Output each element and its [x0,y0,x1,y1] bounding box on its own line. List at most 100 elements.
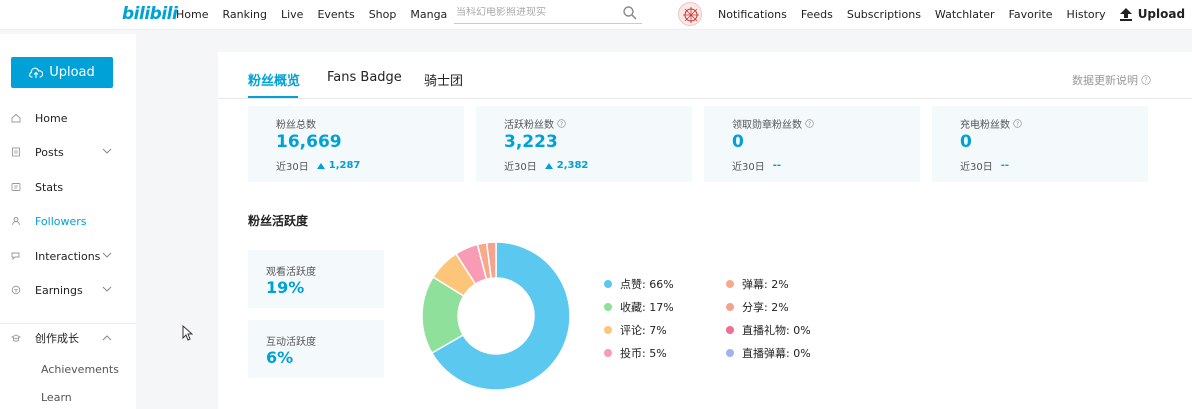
top-upload-button[interactable]: Upload [1119,7,1185,21]
nav-notifications[interactable]: Notifications [718,8,787,21]
arrow-up-icon [544,162,553,169]
sidebar-divider [0,323,136,324]
nav-watchlater[interactable]: Watchlater [935,8,995,21]
search-input[interactable] [456,7,616,18]
activity-watch-box: 观看活跃度 19% [248,250,384,308]
sidebar-item-followers[interactable]: Followers [0,208,136,234]
sidebar-item-posts[interactable]: Posts [0,139,136,165]
nav-events[interactable]: Events [317,8,354,21]
stat-label: 充电粉丝数 ? [960,116,1022,131]
sidebar: Upload Home Posts Stats Followers Intera… [0,34,136,409]
chevron-down-icon [102,286,112,292]
avatar[interactable] [678,2,702,26]
help-icon[interactable]: ? [557,119,566,128]
top-nav-left: Home Ranking Live Events Shop Manga [176,0,447,28]
legend-item[interactable]: 直播礼物: 0% [726,322,811,338]
nav-live[interactable]: Live [281,8,303,21]
stat-value: 0 [732,132,744,152]
sidebar-item-home[interactable]: Home [0,105,136,131]
home-icon [11,113,21,123]
sidebar-item-earnings[interactable]: Earnings [0,277,136,303]
stat-period: 近30日 [732,162,765,173]
sidebar-item-growth[interactable]: 创作成长 [0,325,136,351]
activity-label: 互动活跃度 [266,337,316,348]
nav-home[interactable]: Home [176,8,208,21]
legend-dot-icon [604,349,612,357]
nav-shop[interactable]: Shop [369,8,397,21]
nav-feeds[interactable]: Feeds [801,8,833,21]
stat-trend: 近30日 -- [732,158,781,173]
nav-subscriptions[interactable]: Subscriptions [847,8,921,21]
stat-label-text: 领取勋章粉丝数 [732,120,802,131]
legend-item[interactable]: 分享: 2% [726,299,789,315]
followers-icon [12,217,20,226]
legend-item[interactable]: 投币: 5% [604,345,667,361]
sidebar-item-label: Interactions [35,249,101,263]
legend-dot-icon [604,303,612,311]
activity-label: 观看活跃度 [266,267,316,278]
sidebar-item-label: 创作成长 [35,332,79,345]
stat-period: 近30日 [960,162,993,173]
sidebar-item-interactions[interactable]: Interactions [0,243,136,269]
sidebar-item-label: Earnings [35,283,83,297]
tab-fans-overview[interactable]: 粉丝概览 [248,70,300,89]
tab-bar: 粉丝概览 Fans Badge 骑士团 数据更新说明 ? [218,52,1192,99]
stat-trend: 近30日 2,382 [504,158,588,173]
arrow-up-icon [316,162,325,169]
legend-label: 投币: 5% [620,347,667,360]
sidebar-item-label: Home [35,111,68,125]
stat-delta: 1,287 [328,160,361,171]
growth-icon [11,334,21,342]
sidebar-item-label: Stats [35,180,64,194]
search-icon[interactable] [622,5,638,21]
help-icon[interactable]: ? [805,119,814,128]
help-icon[interactable]: ? [1013,119,1022,128]
sidebar-subitem-learn[interactable]: Learn [41,391,72,404]
legend-label: 弹幕: 2% [742,278,789,291]
interactions-icon [11,252,20,261]
avatar-icon [683,7,699,23]
stat-value: 3,223 [504,132,558,152]
svg-text:?: ? [808,121,811,128]
legend-dot-icon [726,326,734,334]
sidebar-item-stats[interactable]: Stats [0,174,136,200]
legend-dot-icon [604,280,612,288]
stat-label: 领取勋章粉丝数 ? [732,116,814,131]
upload-button[interactable]: Upload [11,57,113,88]
legend-item[interactable]: 直播弹幕: 0% [726,345,811,361]
stat-delta: 2,382 [556,160,589,171]
legend-item[interactable]: 弹幕: 2% [726,276,789,292]
data-update-note[interactable]: 数据更新说明 ? [1072,72,1151,88]
legend-item[interactable]: 收藏: 17% [604,299,674,315]
legend-label: 收藏: 17% [620,301,674,314]
nav-ranking[interactable]: Ranking [222,8,267,21]
sidebar-subitem-achievements[interactable]: Achievements [41,363,119,376]
stat-label: 粉丝总数 [276,116,316,131]
legend-dot-icon [726,349,734,357]
stat-label-text: 粉丝总数 [276,120,316,131]
upload-icon [1119,7,1132,21]
activity-value: 19% [266,278,305,297]
tab-fans-badge[interactable]: Fans Badge [327,70,402,85]
legend-label: 分享: 2% [742,301,789,314]
stat-value: 0 [960,132,972,152]
chevron-down-icon [102,252,112,258]
stat-label-text: 活跃粉丝数 [504,120,554,131]
activity-value: 6% [266,348,294,367]
legend-item[interactable]: 点赞: 66% [604,276,674,292]
stat-delta: -- [772,160,782,171]
sidebar-item-label: Posts [35,145,64,159]
svg-text:?: ? [1144,77,1148,85]
legend-dot-icon [726,303,734,311]
top-nav-bar: bilibili Home Ranking Live Events Shop M… [0,0,1192,30]
nav-manga[interactable]: Manga [410,8,447,21]
stat-delta: -- [1000,160,1010,171]
legend-label: 评论: 7% [620,324,667,337]
legend-item[interactable]: 评论: 7% [604,322,667,338]
chevron-up-icon [102,335,112,341]
nav-favorite[interactable]: Favorite [1009,8,1053,21]
tab-knights[interactable]: 骑士团 [424,70,463,89]
nav-history[interactable]: History [1067,8,1106,21]
bilibili-logo[interactable]: bilibili [122,4,178,24]
stat-period: 近30日 [504,162,537,173]
